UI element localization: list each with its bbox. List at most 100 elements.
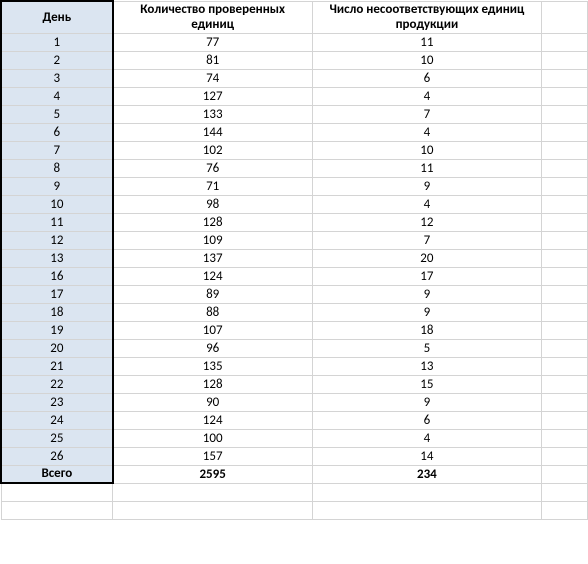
cell-checked[interactable]: 109	[113, 231, 312, 249]
cell-day[interactable]: 20	[1, 339, 113, 357]
cell-day[interactable]: 7	[1, 141, 113, 159]
cell-defective[interactable]: 7	[312, 105, 542, 123]
cell-checked[interactable]: 77	[113, 33, 312, 51]
cell-defective[interactable]: 9	[312, 303, 542, 321]
empty-cell[interactable]	[542, 231, 588, 249]
empty-cell[interactable]	[542, 465, 588, 483]
header-defective[interactable]: Число несоответствующих единиц продукции	[312, 1, 542, 33]
cell-checked[interactable]: 127	[113, 87, 312, 105]
empty-cell[interactable]	[542, 177, 588, 195]
empty-cell[interactable]	[542, 267, 588, 285]
cell-defective[interactable]: 9	[312, 393, 542, 411]
empty-cell[interactable]	[542, 285, 588, 303]
cell-defective[interactable]: 9	[312, 177, 542, 195]
cell-day[interactable]: 23	[1, 393, 113, 411]
cell-day[interactable]: 24	[1, 411, 113, 429]
cell-defective[interactable]: 6	[312, 69, 542, 87]
empty-cell[interactable]	[542, 357, 588, 375]
cell-checked[interactable]: 137	[113, 249, 312, 267]
cell-checked[interactable]: 96	[113, 339, 312, 357]
cell-checked[interactable]: 144	[113, 123, 312, 141]
empty-cell[interactable]	[542, 483, 588, 501]
cell-day[interactable]: 6	[1, 123, 113, 141]
empty-cell[interactable]	[542, 411, 588, 429]
empty-cell[interactable]	[542, 141, 588, 159]
cell-checked[interactable]: 157	[113, 447, 312, 465]
cell-day[interactable]: 13	[1, 249, 113, 267]
cell-checked[interactable]: 76	[113, 159, 312, 177]
cell-day[interactable]: 18	[1, 303, 113, 321]
cell-defective[interactable]: 10	[312, 51, 542, 69]
cell-defective[interactable]: 11	[312, 159, 542, 177]
data-table[interactable]: День Количество проверенных единиц Число…	[0, 0, 588, 520]
empty-cell[interactable]	[542, 51, 588, 69]
cell-checked[interactable]: 124	[113, 267, 312, 285]
empty-cell[interactable]	[542, 249, 588, 267]
cell-defective[interactable]: 11	[312, 33, 542, 51]
empty-cell[interactable]	[312, 483, 542, 501]
cell-day[interactable]: 25	[1, 429, 113, 447]
cell-day[interactable]: 22	[1, 375, 113, 393]
cell-day[interactable]: 11	[1, 213, 113, 231]
total-defective[interactable]: 234	[312, 465, 542, 483]
empty-cell[interactable]	[542, 213, 588, 231]
cell-defective[interactable]: 4	[312, 429, 542, 447]
cell-day[interactable]: 3	[1, 69, 113, 87]
cell-day[interactable]: 2	[1, 51, 113, 69]
empty-cell[interactable]	[542, 501, 588, 519]
header-day[interactable]: День	[1, 1, 113, 33]
cell-checked[interactable]: 128	[113, 213, 312, 231]
empty-cell[interactable]	[542, 123, 588, 141]
header-checked[interactable]: Количество проверенных единиц	[113, 1, 312, 33]
cell-checked[interactable]: 124	[113, 411, 312, 429]
cell-defective[interactable]: 14	[312, 447, 542, 465]
cell-checked[interactable]: 102	[113, 141, 312, 159]
empty-cell[interactable]	[542, 303, 588, 321]
empty-cell[interactable]	[542, 375, 588, 393]
cell-defective[interactable]: 18	[312, 321, 542, 339]
cell-checked[interactable]: 89	[113, 285, 312, 303]
empty-cell[interactable]	[1, 483, 113, 501]
cell-defective[interactable]: 10	[312, 141, 542, 159]
cell-day[interactable]: 12	[1, 231, 113, 249]
cell-day[interactable]: 17	[1, 285, 113, 303]
cell-defective[interactable]: 13	[312, 357, 542, 375]
cell-checked[interactable]: 107	[113, 321, 312, 339]
cell-day[interactable]: 16	[1, 267, 113, 285]
empty-cell[interactable]	[542, 339, 588, 357]
empty-cell[interactable]	[113, 501, 312, 519]
cell-checked[interactable]: 81	[113, 51, 312, 69]
cell-defective[interactable]: 4	[312, 123, 542, 141]
total-checked[interactable]: 2595	[113, 465, 312, 483]
cell-defective[interactable]: 4	[312, 195, 542, 213]
cell-defective[interactable]: 17	[312, 267, 542, 285]
empty-header[interactable]	[542, 1, 588, 33]
empty-cell[interactable]	[542, 321, 588, 339]
cell-checked[interactable]: 74	[113, 69, 312, 87]
cell-day[interactable]: 21	[1, 357, 113, 375]
cell-checked[interactable]: 100	[113, 429, 312, 447]
cell-defective[interactable]: 7	[312, 231, 542, 249]
empty-cell[interactable]	[1, 501, 113, 519]
total-label[interactable]: Всего	[1, 465, 113, 483]
empty-cell[interactable]	[542, 159, 588, 177]
empty-cell[interactable]	[542, 447, 588, 465]
cell-defective[interactable]: 5	[312, 339, 542, 357]
cell-defective[interactable]: 9	[312, 285, 542, 303]
empty-cell[interactable]	[113, 483, 312, 501]
cell-checked[interactable]: 128	[113, 375, 312, 393]
cell-checked[interactable]: 133	[113, 105, 312, 123]
cell-checked[interactable]: 88	[113, 303, 312, 321]
cell-checked[interactable]: 71	[113, 177, 312, 195]
cell-defective[interactable]: 15	[312, 375, 542, 393]
cell-day[interactable]: 10	[1, 195, 113, 213]
cell-day[interactable]: 1	[1, 33, 113, 51]
cell-checked[interactable]: 135	[113, 357, 312, 375]
empty-cell[interactable]	[542, 195, 588, 213]
empty-cell[interactable]	[542, 429, 588, 447]
cell-day[interactable]: 8	[1, 159, 113, 177]
cell-day[interactable]: 5	[1, 105, 113, 123]
cell-day[interactable]: 9	[1, 177, 113, 195]
cell-day[interactable]: 26	[1, 447, 113, 465]
cell-defective[interactable]: 12	[312, 213, 542, 231]
